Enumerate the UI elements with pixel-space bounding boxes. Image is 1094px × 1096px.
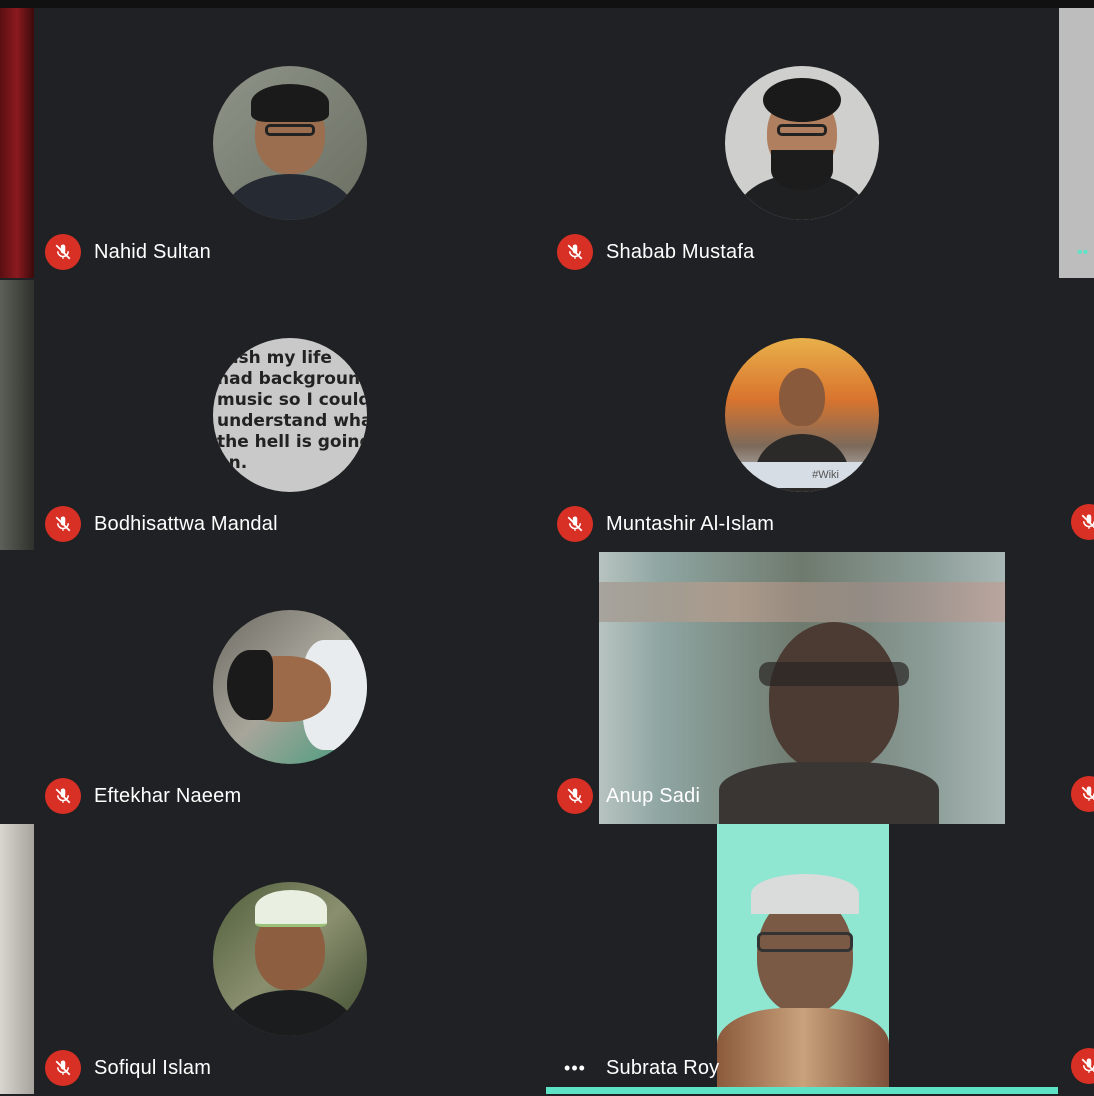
mic-off-icon: [1071, 1048, 1094, 1084]
partial-tile-right-1[interactable]: ••: [1059, 8, 1094, 278]
participant-name: Shabab Mustafa: [606, 240, 755, 263]
partial-tile-right-2[interactable]: [1059, 280, 1094, 550]
participant-nameplate: Anup Sadi: [557, 776, 700, 816]
partial-tile-left-1[interactable]: [0, 8, 34, 278]
mic-off-icon: [45, 506, 81, 542]
mic-off-icon: [557, 778, 593, 814]
participant-tile[interactable]: Nahid Sultan: [34, 8, 546, 280]
participant-name: Anup Sadi: [606, 784, 701, 807]
participant-tile[interactable]: wish my life had background music so I c…: [34, 280, 546, 552]
participant-tile[interactable]: ••• Subrata Roy: [546, 824, 1058, 1096]
partial-tile-right-4[interactable]: [1059, 824, 1094, 1094]
mic-off-icon: [557, 506, 593, 542]
avatar-quote-text: wish my life had background music so I c…: [213, 338, 367, 492]
participant-nameplate: ••• Subrata Roy: [557, 1048, 719, 1088]
participant-nameplate: Eftekhar Naeem: [45, 776, 241, 816]
avatar: [725, 66, 879, 220]
participant-name: Nahid Sultan: [94, 240, 211, 263]
partial-tile-right-3[interactable]: [1059, 552, 1094, 822]
participant-name: Muntashir Al-Islam: [606, 512, 775, 535]
participant-tile[interactable]: #Wiki Muntashir Al-Islam: [546, 280, 1058, 552]
participant-name: Subrata Roy: [606, 1056, 720, 1079]
participant-tile[interactable]: Eftekhar Naeem: [34, 552, 546, 824]
active-speaker-indicator: [546, 1087, 1058, 1094]
participant-video: [717, 824, 889, 1088]
mic-off-icon: [45, 778, 81, 814]
participant-nameplate: Bodhisattwa Mandal: [45, 504, 278, 544]
partial-tile-left-4[interactable]: [0, 824, 34, 1094]
top-bar: [0, 0, 1094, 8]
participant-nameplate: Muntashir Al-Islam: [557, 504, 774, 544]
avatar: wish my life had background music so I c…: [213, 338, 367, 492]
partial-tile-left-2[interactable]: [0, 280, 34, 550]
participant-name: Bodhisattwa Mandal: [94, 512, 278, 535]
avatar: #Wiki: [725, 338, 879, 492]
more-options-icon: ••: [1077, 244, 1089, 261]
mic-off-icon: [1071, 504, 1094, 540]
participant-name: Eftekhar Naeem: [94, 784, 242, 807]
mic-off-icon: [1071, 776, 1094, 812]
participant-nameplate: Nahid Sultan: [45, 232, 211, 272]
participant-nameplate: Shabab Mustafa: [557, 232, 754, 272]
wikipedia-sign: #Wiki: [739, 462, 865, 488]
participant-tile[interactable]: Anup Sadi: [546, 552, 1058, 824]
avatar: [213, 66, 367, 220]
avatar: [213, 610, 367, 764]
mic-off-icon: [557, 234, 593, 270]
participant-tile[interactable]: Sofiqul Islam: [34, 824, 546, 1096]
participant-name: Sofiqul Islam: [94, 1056, 212, 1079]
mic-off-icon: [45, 234, 81, 270]
participant-nameplate: Sofiqul Islam: [45, 1048, 211, 1088]
participant-tile[interactable]: Shabab Mustafa: [546, 8, 1058, 280]
mic-off-icon: [45, 1050, 81, 1086]
avatar: [213, 882, 367, 1036]
more-options-icon[interactable]: •••: [557, 1058, 593, 1079]
